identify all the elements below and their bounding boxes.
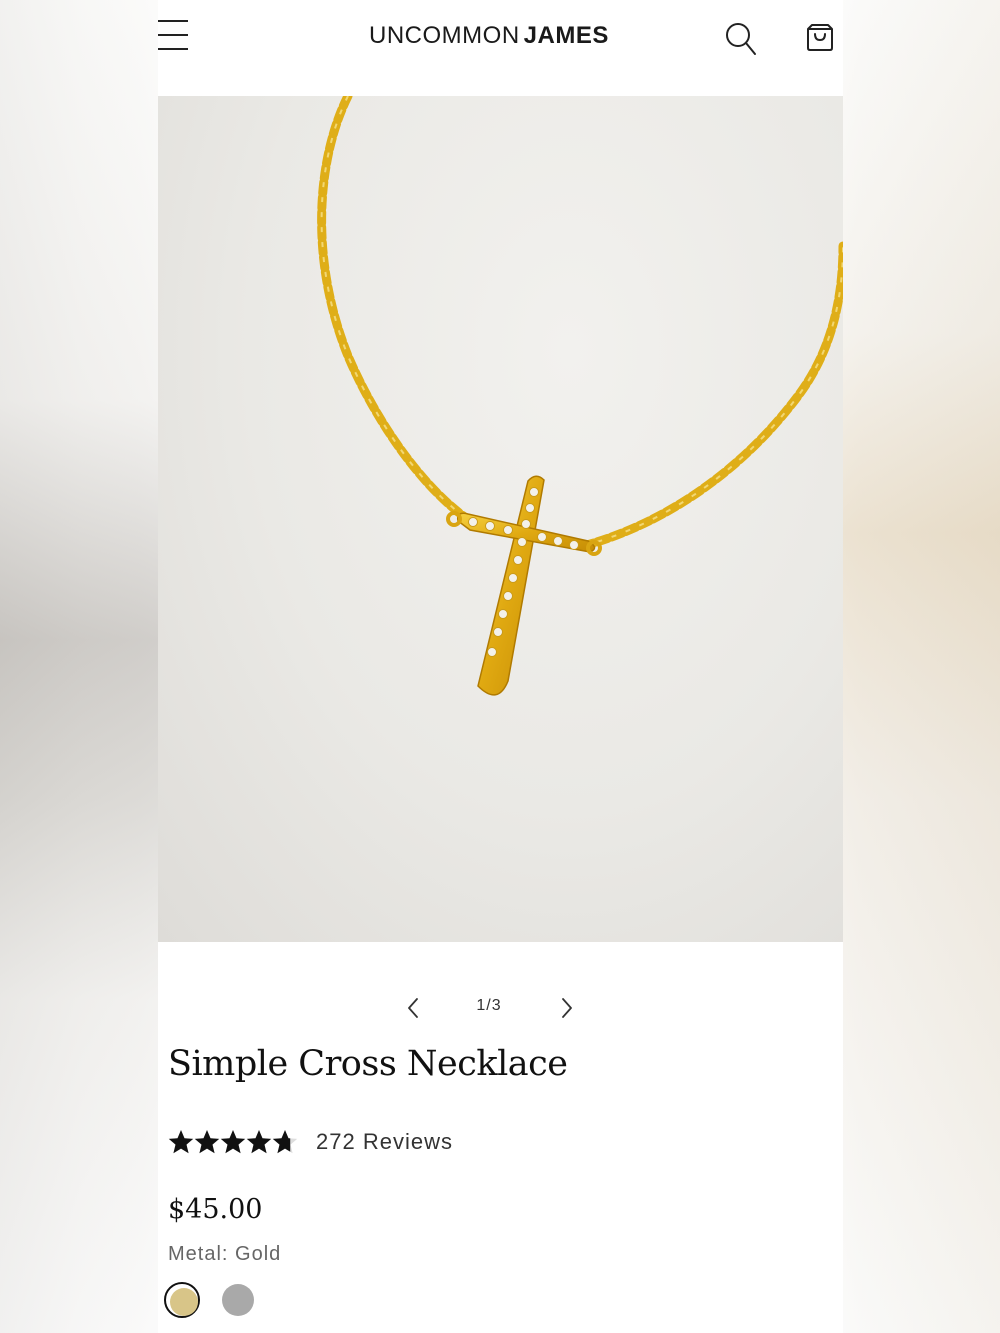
necklace-chain: [317, 96, 843, 551]
star-icon: [168, 1130, 194, 1154]
chevron-right-icon[interactable]: [556, 995, 578, 1021]
product-title: Simple Cross Necklace: [168, 1044, 568, 1084]
swatch-color-dot: [222, 1284, 254, 1316]
swatch-color-dot: [170, 1288, 198, 1316]
product-image[interactable]: [158, 96, 843, 942]
metal-swatches: [164, 1282, 256, 1318]
hamburger-menu-icon[interactable]: [158, 18, 190, 52]
brand-name-bold: JAMES: [523, 22, 609, 49]
brand-name-light: UNCOMMON: [369, 22, 520, 49]
star-icon: [272, 1130, 298, 1154]
product-page: UNCOMMON JAMES 1/3 Simple Cross Necklace…: [158, 0, 843, 1333]
image-carousel-controls: 1/3: [158, 990, 843, 1026]
reviews-link[interactable]: 272 Reviews: [316, 1129, 453, 1155]
image-counter: 1/3: [476, 997, 502, 1014]
search-icon[interactable]: [724, 20, 758, 58]
background-right-blur: [843, 0, 1000, 1333]
swatch-silver[interactable]: [220, 1282, 256, 1318]
star-icon: [194, 1130, 220, 1154]
star-rating: [168, 1129, 300, 1155]
metal-option-label: Metal: Gold: [168, 1243, 282, 1265]
product-rating[interactable]: 272 Reviews: [168, 1124, 453, 1160]
background-left-blur: [0, 0, 158, 1333]
chevron-left-icon[interactable]: [402, 995, 424, 1021]
cross-pendant: [446, 475, 602, 696]
product-price: $45.00: [168, 1194, 263, 1225]
site-header: UNCOMMON JAMES: [158, 0, 843, 96]
swatch-gold[interactable]: [164, 1282, 200, 1318]
star-icon: [220, 1130, 246, 1154]
star-icon: [246, 1130, 272, 1154]
brand-logo[interactable]: UNCOMMON JAMES: [369, 22, 609, 50]
shopping-bag-icon[interactable]: [804, 18, 836, 52]
